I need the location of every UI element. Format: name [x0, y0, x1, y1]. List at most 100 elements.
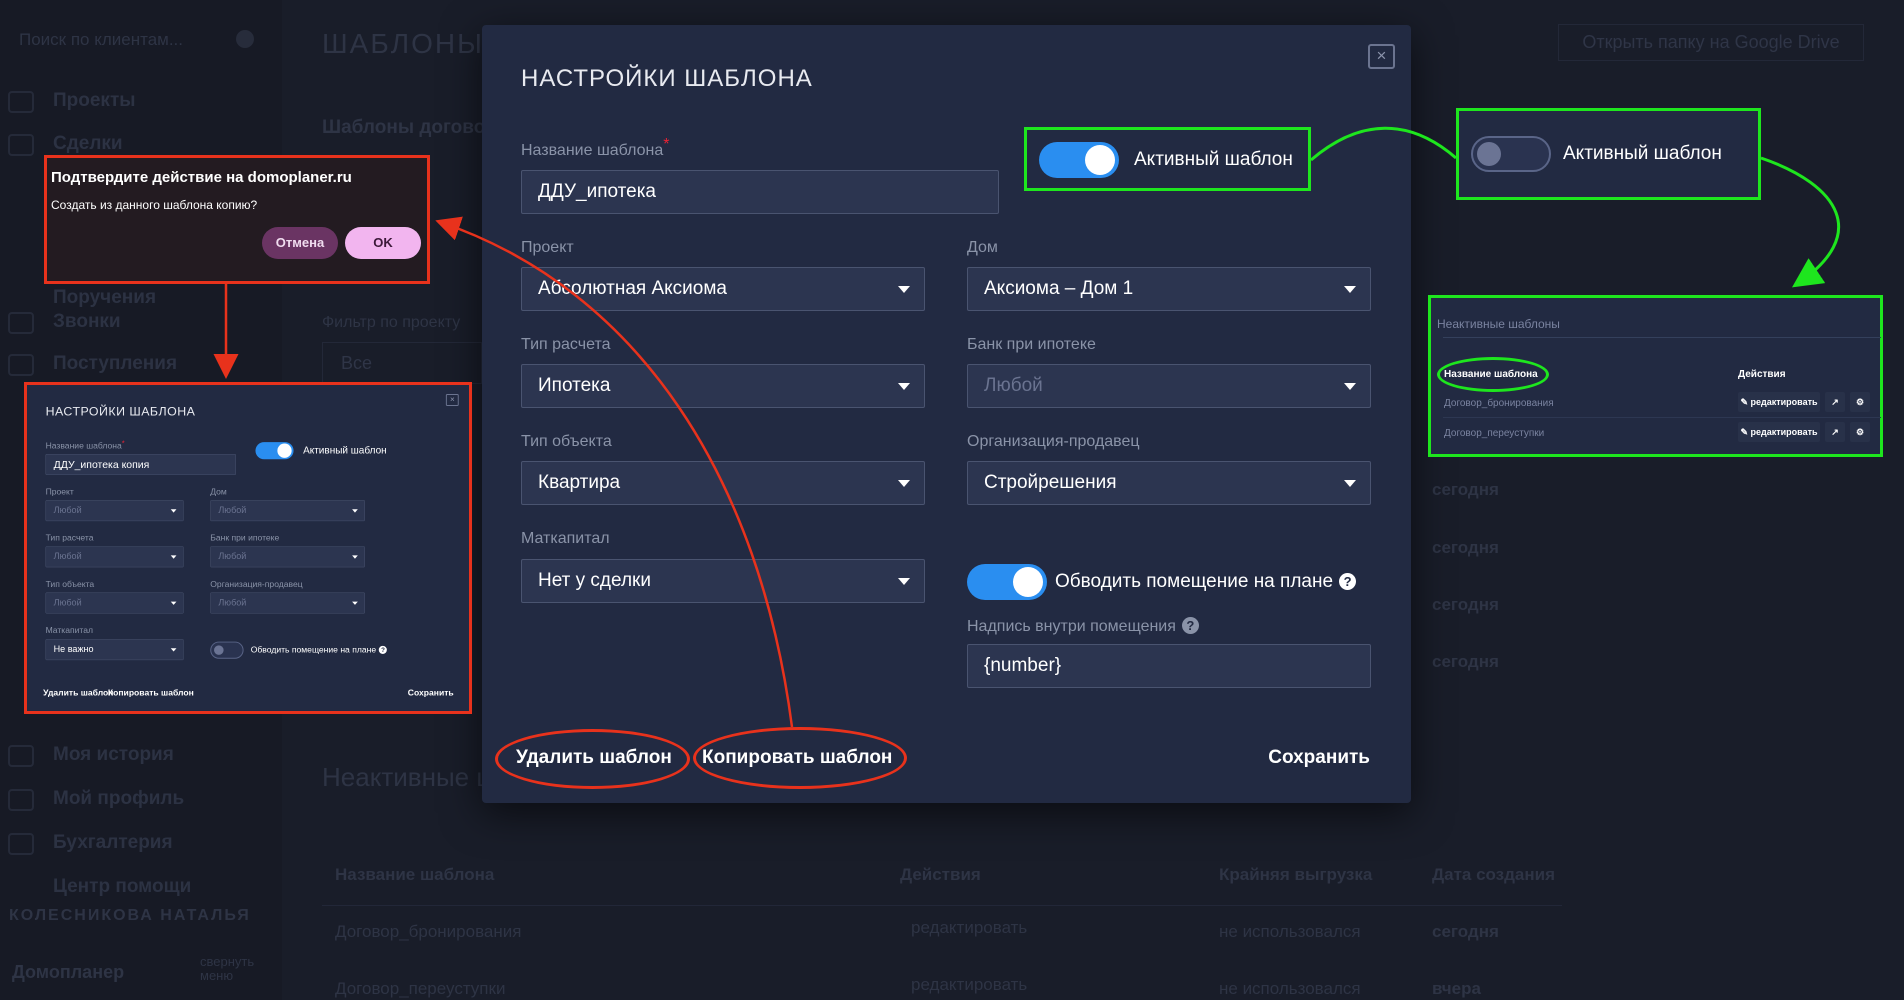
chevron-down-icon: [898, 286, 910, 293]
confirm-title: Подтвердите действие на domoplaner.ru: [51, 169, 352, 186]
maternity-capital-select[interactable]: Не важно: [45, 639, 184, 661]
income-icon: [8, 354, 34, 376]
outline-room-label: Обводить помещение на плане: [250, 644, 377, 655]
collapse-menu-button[interactable]: свернуть меню: [200, 955, 270, 983]
inactive-toggle-callout: Активный шаблон: [1456, 108, 1761, 200]
project-label: Проект: [45, 486, 74, 497]
profile-icon: [8, 789, 34, 811]
required-mark: *: [663, 136, 670, 153]
inactive-title: Неактивные шаблоны: [1437, 317, 1560, 331]
house-select[interactable]: Аксиома – Дом 1: [967, 267, 1371, 311]
filter-label: Фильтр по проекту: [322, 314, 461, 331]
sidebar-item-calls[interactable]: Звонки: [53, 311, 121, 333]
seller-org-select[interactable]: Любой: [210, 592, 365, 614]
mortgage-bank-select[interactable]: Любой: [210, 546, 365, 568]
row-name: Договор_переуступки: [1444, 428, 1545, 439]
cancel-button[interactable]: Отмена: [262, 227, 338, 259]
sidebar-item-projects[interactable]: Проекты: [53, 90, 135, 112]
col-header-created: Дата создания: [1432, 865, 1556, 884]
edit-button[interactable]: ✎ редактировать: [1738, 392, 1820, 412]
delete-button-highlight: [495, 729, 690, 789]
chevron-down-icon: [1344, 383, 1356, 390]
help-icon[interactable]: [236, 30, 254, 48]
payment-type-label: Тип расчета: [45, 533, 94, 543]
page-title: ШАБЛОНЫ: [322, 28, 484, 59]
client-search-input[interactable]: Поиск по клиентам...: [19, 30, 183, 50]
object-type-label: Тип объекта: [45, 579, 95, 589]
maternity-capital-label: Маткапитал: [521, 530, 610, 547]
name-label: Название шаблона: [45, 440, 122, 451]
help-icon[interactable]: ?: [1181, 617, 1199, 634]
payment-type-select[interactable]: Ипотека: [521, 364, 925, 408]
created-date: сегодня: [1432, 595, 1499, 614]
edit-button[interactable]: ✎ редактировать: [1738, 422, 1820, 442]
outline-room-toggle[interactable]: [967, 564, 1047, 600]
mortgage-bank-label: Банк при ипотеке: [210, 533, 280, 543]
save-button[interactable]: Сохранить: [1268, 747, 1370, 769]
copy-template-button[interactable]: Копировать шаблон: [108, 688, 194, 698]
project-filter-select[interactable]: Все: [322, 342, 482, 384]
object-type-select[interactable]: Любой: [45, 592, 184, 614]
template-name-input[interactable]: ДДУ_ипотека копия: [45, 454, 236, 475]
sidebar-item-accounting[interactable]: Бухгалтерия: [53, 832, 173, 854]
sidebar-item-assignments[interactable]: Поручения: [53, 287, 156, 309]
outline-room-label: Обводить помещение на плане: [1055, 571, 1334, 592]
project-select[interactable]: Абсолютная Аксиома: [521, 267, 925, 311]
delete-template-button[interactable]: Удалить шаблон: [43, 688, 113, 698]
template-name-input[interactable]: ДДУ_ипотека: [521, 170, 999, 214]
seller-org-select[interactable]: Стройрешения: [967, 461, 1371, 505]
sidebar-item-deals[interactable]: Сделки: [53, 133, 123, 155]
copy-button-highlight: [693, 727, 907, 789]
col-header-actions: Действия: [1738, 369, 1786, 380]
project-select[interactable]: Любой: [45, 500, 184, 522]
sidebar-item-profile[interactable]: Мой профиль: [53, 788, 184, 810]
active-template-toggle[interactable]: [255, 442, 294, 460]
col-header-last-export: Крайняя выгрузка: [1219, 865, 1373, 884]
row-name: Договор_бронирования: [1444, 398, 1554, 409]
object-type-select[interactable]: Квартира: [521, 461, 925, 505]
close-icon[interactable]: ×: [1368, 44, 1395, 69]
created-date: сегодня: [1432, 480, 1499, 499]
chevron-down-icon: [898, 578, 910, 585]
chevron-down-icon: [1344, 286, 1356, 293]
project-label: Проект: [521, 239, 574, 256]
inactive-templates-callout: Неактивные шаблоны Название шаблона Дейс…: [1428, 295, 1883, 457]
gear-icon[interactable]: ⚙: [1850, 392, 1870, 412]
close-icon[interactable]: ×: [445, 394, 459, 406]
active-template-toggle-off[interactable]: [1471, 136, 1551, 172]
payment-type-select[interactable]: Любой: [45, 546, 184, 568]
house-select[interactable]: Любой: [210, 500, 365, 522]
ok-button[interactable]: OK: [345, 227, 421, 259]
created-date: сегодня: [1432, 538, 1499, 557]
maternity-capital-select[interactable]: Нет у сделки: [521, 559, 925, 603]
google-drive-button[interactable]: Открыть папку на Google Drive: [1558, 24, 1864, 61]
sidebar-item-income[interactable]: Поступления: [53, 353, 177, 375]
external-link-icon[interactable]: ↗: [1825, 392, 1845, 412]
help-icon[interactable]: ?: [1339, 573, 1357, 590]
name-label: Название шаблона: [521, 142, 664, 159]
chevron-down-icon: [898, 383, 910, 390]
external-link-icon[interactable]: ↗: [1825, 422, 1845, 442]
projects-icon: [8, 91, 34, 113]
edit-button[interactable]: редактировать: [911, 918, 1027, 938]
save-button[interactable]: Сохранить: [408, 688, 454, 698]
mortgage-bank-select[interactable]: Любой: [967, 364, 1371, 408]
outline-room-toggle[interactable]: [210, 641, 244, 659]
inscription-input[interactable]: {number}: [967, 644, 1371, 688]
off-to-inactive-arrow: [1760, 156, 1841, 288]
active-template-label: Активный шаблон: [303, 444, 387, 456]
confirm-dialog: Подтвердите действие на domoplaner.ru Со…: [44, 155, 430, 284]
active-template-label: Активный шаблон: [1563, 143, 1722, 164]
last-export: не использовался: [1219, 922, 1361, 941]
sidebar-item-help-center[interactable]: Центр помощи: [53, 876, 191, 898]
sidebar-item-history[interactable]: Моя история: [53, 744, 174, 766]
row-name: Договор_переуступки: [335, 979, 506, 998]
object-type-label: Тип объекта: [521, 433, 612, 450]
last-export: не использовался: [1219, 979, 1361, 998]
user-name: КОЛЕСНИКОВА НАТАЛЬЯ: [9, 907, 251, 924]
divider: [322, 905, 1562, 906]
created-date: сегодня: [1432, 652, 1499, 671]
house-label: Дом: [967, 239, 998, 256]
gear-icon[interactable]: ⚙: [1850, 422, 1870, 442]
edit-button[interactable]: редактировать: [911, 975, 1027, 995]
